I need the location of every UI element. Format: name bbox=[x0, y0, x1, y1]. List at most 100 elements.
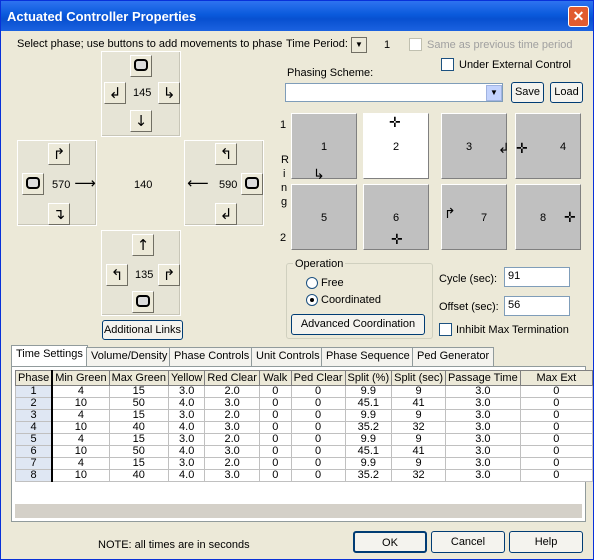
south-detector-button[interactable] bbox=[132, 291, 154, 313]
table-cell[interactable]: 9 bbox=[391, 457, 447, 470]
column-header[interactable]: Split (%) bbox=[344, 370, 393, 386]
west-right-turn-button[interactable]: ↴ bbox=[48, 203, 70, 225]
column-header[interactable]: Max Green bbox=[108, 370, 169, 386]
table-cell[interactable]: 41 bbox=[391, 445, 447, 458]
phase-tile-3[interactable]: 3 ↲ bbox=[441, 113, 510, 179]
advanced-coordination-button[interactable]: Advanced Coordination bbox=[291, 314, 425, 335]
table-cell[interactable]: 3.0 bbox=[445, 397, 521, 410]
table-cell[interactable]: 0 bbox=[519, 433, 594, 446]
table-cell[interactable]: 3.0 bbox=[445, 385, 521, 398]
table-cell[interactable]: 0 bbox=[258, 385, 292, 398]
offset-input[interactable]: 56 bbox=[504, 296, 570, 316]
south-through-button[interactable]: ↑ bbox=[132, 234, 154, 256]
table-row[interactable]: 3 4 15 3.0 2.0 0 0 9.9 9 3.0 0 bbox=[15, 409, 594, 422]
column-header[interactable]: Red Clear bbox=[204, 370, 260, 386]
table-cell[interactable]: 15 bbox=[108, 433, 169, 446]
table-cell[interactable]: 0 bbox=[258, 445, 292, 458]
table-cell[interactable]: 0 bbox=[258, 433, 292, 446]
table-cell[interactable]: 9 bbox=[391, 433, 447, 446]
table-cell[interactable]: 10 bbox=[51, 469, 110, 482]
table-cell[interactable]: 3.0 bbox=[204, 445, 260, 458]
cancel-button[interactable]: Cancel bbox=[431, 531, 505, 553]
tab-time-settings[interactable]: Time Settings bbox=[11, 345, 88, 367]
phase-tile-4[interactable]: 4 ✛ bbox=[515, 113, 581, 179]
tab-phase-sequence[interactable]: Phase Sequence bbox=[321, 347, 415, 366]
table-cell[interactable]: 4.0 bbox=[167, 397, 206, 410]
table-cell[interactable]: 41 bbox=[391, 397, 447, 410]
table-cell[interactable]: 3.0 bbox=[167, 385, 206, 398]
table-row[interactable]: 8 10 40 4.0 3.0 0 0 35.2 32 3.0 0 bbox=[15, 469, 594, 482]
table-cell[interactable]: 4 bbox=[51, 457, 110, 470]
table-cell[interactable]: 9.9 bbox=[344, 385, 393, 398]
table-cell[interactable]: 0 bbox=[290, 409, 346, 422]
table-cell[interactable]: 15 bbox=[108, 457, 169, 470]
table-cell[interactable]: 0 bbox=[519, 421, 594, 434]
table-row[interactable]: 5 4 15 3.0 2.0 0 0 9.9 9 3.0 0 bbox=[15, 433, 594, 446]
table-cell[interactable]: 4.0 bbox=[167, 445, 206, 458]
table-cell[interactable]: 35.2 bbox=[344, 469, 393, 482]
tab-unit-controls[interactable]: Unit Controls bbox=[251, 347, 325, 366]
north-left-turn-button[interactable]: ↲ bbox=[104, 82, 126, 104]
table-cell[interactable]: 0 bbox=[258, 397, 292, 410]
table-cell[interactable]: 3.0 bbox=[445, 421, 521, 434]
north-detector-button[interactable] bbox=[130, 55, 152, 77]
time-period-dropdown[interactable]: ▼ bbox=[351, 37, 367, 53]
cycle-input[interactable]: 91 bbox=[504, 267, 570, 287]
table-cell[interactable]: 3.0 bbox=[445, 445, 521, 458]
coordinated-radio[interactable] bbox=[306, 294, 318, 306]
table-cell[interactable]: 4.0 bbox=[167, 469, 206, 482]
table-cell[interactable]: 0 bbox=[519, 397, 594, 410]
table-cell[interactable]: 3.0 bbox=[445, 457, 521, 470]
column-header[interactable]: Passage Time bbox=[445, 370, 521, 386]
phase-tile-2[interactable]: 2 ✛ bbox=[363, 113, 429, 179]
table-cell[interactable]: 0 bbox=[519, 445, 594, 458]
table-cell[interactable]: 10 bbox=[51, 445, 110, 458]
table-cell[interactable]: 3.0 bbox=[167, 409, 206, 422]
table-cell[interactable]: 0 bbox=[290, 385, 346, 398]
table-cell[interactable]: 0 bbox=[519, 457, 594, 470]
table-cell[interactable]: 50 bbox=[108, 445, 169, 458]
table-cell[interactable]: 0 bbox=[519, 385, 594, 398]
save-button[interactable]: Save bbox=[511, 82, 544, 103]
west-detector-button[interactable] bbox=[22, 173, 44, 195]
east-right-turn-button[interactable]: ↰ bbox=[215, 143, 237, 165]
column-header[interactable]: Walk bbox=[258, 370, 292, 386]
table-cell[interactable]: 15 bbox=[108, 409, 169, 422]
tab-phase-controls[interactable]: Phase Controls bbox=[169, 347, 255, 366]
east-left-turn-button[interactable]: ↲ bbox=[215, 203, 237, 225]
table-cell[interactable]: 3.0 bbox=[204, 397, 260, 410]
column-header[interactable]: Min Green bbox=[51, 370, 110, 386]
help-button[interactable]: Help bbox=[509, 531, 583, 553]
table-cell[interactable]: 45.1 bbox=[344, 445, 393, 458]
east-detector-button[interactable] bbox=[241, 173, 263, 195]
table-cell[interactable]: 0 bbox=[290, 445, 346, 458]
column-header[interactable]: Ped Clear bbox=[290, 370, 346, 386]
phasing-scheme-dropdown[interactable]: ▼ bbox=[486, 85, 502, 101]
table-row[interactable]: 2 10 50 4.0 3.0 0 0 45.1 41 3.0 0 bbox=[15, 397, 594, 410]
table-cell[interactable]: 4 bbox=[51, 385, 110, 398]
free-radio[interactable] bbox=[306, 277, 318, 289]
table-cell[interactable]: 0 bbox=[290, 433, 346, 446]
table-row[interactable]: 1 4 15 3.0 2.0 0 0 9.9 9 3.0 0 bbox=[15, 385, 594, 398]
table-cell[interactable]: 9 bbox=[391, 385, 447, 398]
table-cell[interactable]: 0 bbox=[290, 469, 346, 482]
ok-button[interactable]: OK bbox=[353, 531, 427, 553]
north-through-button[interactable]: ↓ bbox=[130, 110, 152, 132]
column-header[interactable]: Split (sec) bbox=[391, 370, 447, 386]
table-cell[interactable]: 0 bbox=[519, 469, 594, 482]
column-header[interactable]: Max Ext bbox=[519, 370, 594, 386]
table-cell[interactable]: 9 bbox=[391, 409, 447, 422]
column-header[interactable]: Yellow bbox=[167, 370, 206, 386]
table-cell[interactable]: 9.9 bbox=[344, 457, 393, 470]
table-cell[interactable]: 0 bbox=[258, 409, 292, 422]
table-cell[interactable]: 0 bbox=[290, 457, 346, 470]
table-cell[interactable]: 40 bbox=[108, 421, 169, 434]
table-cell[interactable]: 0 bbox=[519, 409, 594, 422]
west-left-turn-button[interactable]: ↱ bbox=[48, 143, 70, 165]
table-row[interactable]: 4 10 40 4.0 3.0 0 0 35.2 32 3.0 0 bbox=[15, 421, 594, 434]
phase-tile-8[interactable]: 8 ✛ bbox=[515, 184, 581, 250]
table-cell[interactable]: 45.1 bbox=[344, 397, 393, 410]
table-cell[interactable]: 9.9 bbox=[344, 409, 393, 422]
table-cell[interactable]: 3.0 bbox=[167, 433, 206, 446]
table-row[interactable]: 7 4 15 3.0 2.0 0 0 9.9 9 3.0 0 bbox=[15, 457, 594, 470]
